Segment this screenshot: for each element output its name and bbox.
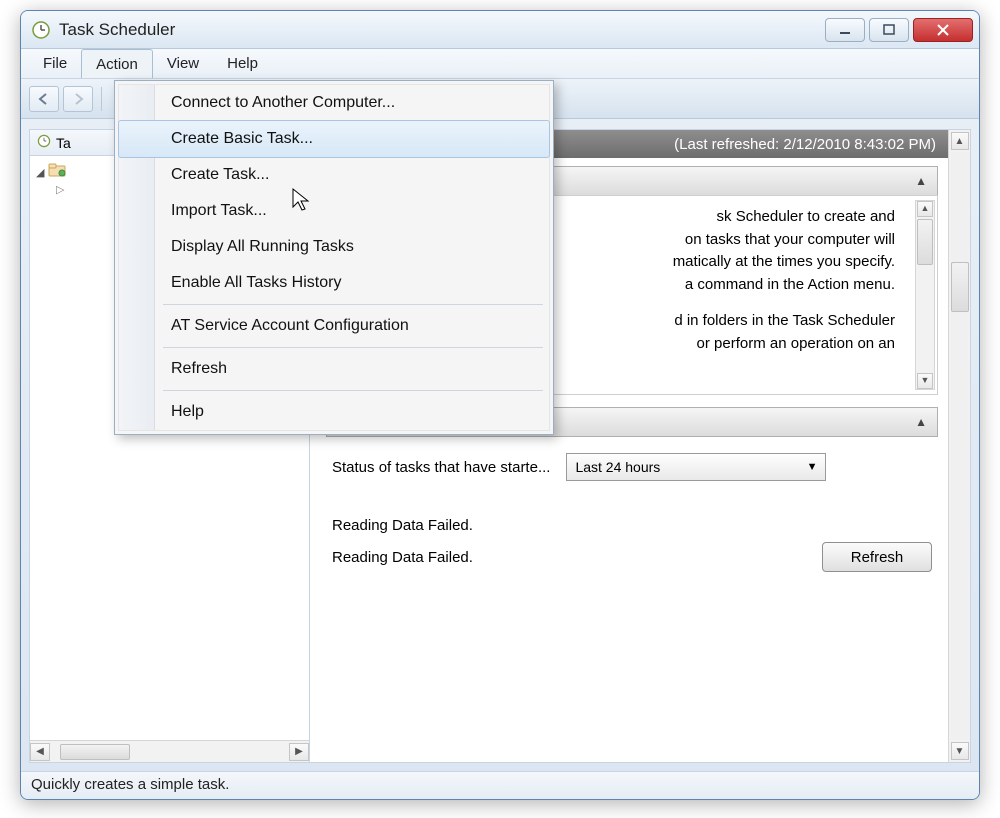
titlebar: Task Scheduler (21, 11, 979, 49)
menu-separator (163, 390, 543, 391)
expand-collapse-icon[interactable]: ◢ (36, 166, 44, 179)
scroll-thumb[interactable] (951, 262, 969, 312)
scroll-down-icon[interactable]: ▼ (917, 373, 933, 389)
chevron-up-icon[interactable]: ▲ (915, 415, 927, 429)
menu-view[interactable]: View (153, 49, 213, 78)
menu-file[interactable]: File (29, 49, 81, 78)
back-button[interactable] (29, 86, 59, 112)
scroll-down-icon[interactable]: ▼ (951, 742, 969, 760)
menu-help[interactable]: Help (119, 394, 549, 430)
menu-action[interactable]: Action (81, 49, 153, 78)
main-vscrollbar[interactable]: ▲ ▼ (948, 130, 970, 762)
menu-display-running[interactable]: Display All Running Tasks (119, 229, 549, 265)
menu-help[interactable]: Help (213, 49, 272, 78)
menu-enable-history[interactable]: Enable All Tasks History (119, 265, 549, 301)
scroll-thumb[interactable] (60, 744, 130, 760)
refresh-row: Reading Data Failed. Refresh (326, 538, 938, 572)
clock-icon (36, 133, 52, 152)
refreshed-label: (Last refreshed: 2/12/2010 8:43:02 PM) (674, 136, 936, 153)
overview-vscrollbar[interactable]: ▲ ▼ (915, 200, 935, 390)
scroll-left-icon[interactable]: ◀ (30, 743, 50, 761)
menu-connect-computer[interactable]: Connect to Another Computer... (119, 85, 549, 121)
window-title: Task Scheduler (59, 20, 825, 40)
forward-button[interactable] (63, 86, 93, 112)
folder-icon (48, 163, 66, 181)
scroll-right-icon[interactable]: ▶ (289, 743, 309, 761)
status-error: Reading Data Failed. (326, 497, 938, 538)
close-button[interactable] (913, 18, 973, 42)
menu-separator (163, 304, 543, 305)
chevron-up-icon[interactable]: ▲ (915, 174, 927, 188)
status-period-dropdown[interactable]: Last 24 hours ▼ (566, 453, 826, 481)
expand-icon[interactable]: ▷ (56, 183, 64, 196)
app-clock-icon (31, 20, 51, 40)
refresh-button[interactable]: Refresh (822, 542, 932, 572)
scroll-thumb[interactable] (917, 219, 933, 265)
menu-separator (163, 347, 543, 348)
scroll-up-icon[interactable]: ▲ (951, 132, 969, 150)
toolbar-separator (101, 87, 102, 111)
chevron-down-icon: ▼ (807, 461, 818, 473)
menubar: File Action View Help (21, 49, 979, 79)
status-error: Reading Data Failed. (332, 549, 473, 566)
app-window: Task Scheduler File Action View Help Ta (20, 10, 980, 800)
scroll-up-icon[interactable]: ▲ (917, 201, 933, 217)
statusbar: Quickly creates a simple task. (21, 771, 979, 799)
action-menu-popup: Connect to Another Computer... Create Ba… (114, 80, 554, 435)
tree-hscrollbar[interactable]: ◀ ▶ (30, 740, 309, 762)
menu-at-config[interactable]: AT Service Account Configuration (119, 308, 549, 344)
window-controls (825, 18, 973, 42)
statusbar-text: Quickly creates a simple task. (31, 776, 229, 793)
status-filter-label: Status of tasks that have starte... (332, 459, 550, 476)
minimize-button[interactable] (825, 18, 865, 42)
menu-create-task[interactable]: Create Task... (119, 157, 549, 193)
tree-root-label: Ta (56, 135, 71, 151)
menu-refresh[interactable]: Refresh (119, 351, 549, 387)
maximize-button[interactable] (869, 18, 909, 42)
status-filter-row: Status of tasks that have starte... Last… (326, 437, 938, 497)
refresh-button-label: Refresh (851, 549, 904, 566)
menu-import-task[interactable]: Import Task... (119, 193, 549, 229)
dropdown-value: Last 24 hours (575, 459, 660, 475)
menu-create-basic-task[interactable]: Create Basic Task... (118, 120, 550, 158)
